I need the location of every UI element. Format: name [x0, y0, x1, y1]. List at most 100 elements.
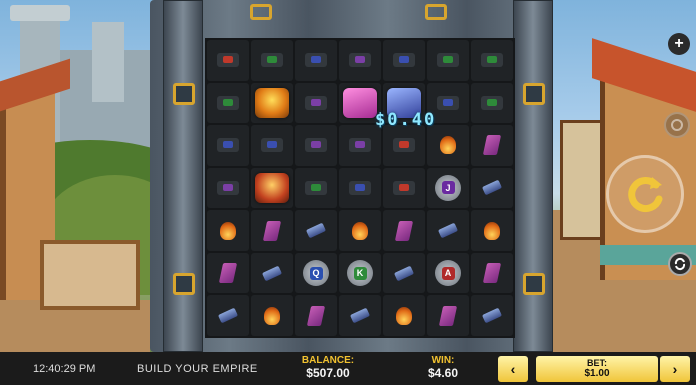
reel-cell: [295, 40, 337, 81]
reel-cell: Q: [295, 252, 337, 294]
letter-label: J: [441, 181, 455, 195]
reel-cell: [207, 252, 249, 294]
reel-cell: [339, 210, 381, 251]
balance-label: BALANCE:: [301, 355, 355, 366]
win-value: $4.60: [427, 366, 459, 380]
stone-block-icon: [481, 53, 503, 68]
reel-cell: [207, 167, 249, 209]
bet-increase-button[interactable]: ›: [660, 356, 690, 382]
reel-cell: [383, 210, 425, 251]
reel-cell: [251, 40, 293, 81]
reel-cell: [471, 82, 513, 124]
balance-display: BALANCE: $507.00: [298, 355, 358, 380]
red-symbol-icon: [255, 172, 289, 203]
fire-symbol-icon: [255, 87, 289, 118]
letter-label: Q: [309, 266, 323, 280]
reel-cell: [295, 82, 337, 124]
reel-cell: K: [339, 252, 381, 294]
flame-icon: [440, 136, 456, 155]
spin-icon: [628, 177, 663, 212]
stone-block-icon: [217, 138, 239, 153]
flame-icon: [396, 306, 412, 325]
stone-block-icon: [261, 138, 283, 153]
reel-cell: [383, 295, 425, 336]
bet-value: $1.00: [584, 368, 610, 379]
reel-cell: A: [427, 252, 469, 294]
bet-decrease-button[interactable]: ‹: [498, 356, 528, 382]
stone-block-icon: [305, 138, 327, 153]
stone-block-icon: [437, 95, 459, 110]
reel-cell: [339, 125, 381, 166]
frame-ornament: [523, 273, 545, 295]
reel-cell: [207, 125, 249, 166]
win-label: WIN:: [431, 355, 455, 366]
stone-block-icon: [305, 180, 327, 195]
stone-block-icon: [349, 138, 371, 153]
gem-icon: [438, 305, 458, 326]
reel-grid: J Q K A: [205, 38, 515, 338]
chevron-left-icon: ‹: [510, 361, 516, 377]
settings-icon: [671, 119, 683, 131]
reel-cell: [383, 252, 425, 294]
win-popup: $0.40: [375, 110, 437, 130]
ingot-icon: [393, 265, 415, 282]
frame-ornament: [173, 83, 195, 105]
stone-block-icon: [349, 53, 371, 68]
reel-cell: [207, 40, 249, 81]
letter-label: A: [441, 266, 455, 280]
reel-cell: [339, 167, 381, 209]
stone-block-icon: [217, 180, 239, 195]
chevron-right-icon: ›: [672, 361, 678, 377]
balance-value: $507.00: [306, 366, 350, 380]
letter-label: K: [353, 266, 367, 280]
reel-cell: [427, 210, 469, 251]
reel-cell: [383, 125, 425, 166]
reel-cell: [427, 125, 469, 166]
gem-icon: [262, 220, 282, 241]
reel-cell: [471, 295, 513, 336]
flame-icon: [220, 221, 236, 240]
reel-cell: [295, 125, 337, 166]
frame-ornament: [523, 83, 545, 105]
game-title: BUILD YOUR EMPIRE: [137, 363, 258, 375]
stone-block-icon: [393, 138, 415, 153]
reel-cell: [471, 167, 513, 209]
plus-icon: +: [674, 35, 684, 52]
bet-display: BET: $1.00: [536, 356, 658, 382]
stone-block-icon: [437, 53, 459, 68]
reel-cell: [207, 82, 249, 124]
castle-battlement: [10, 5, 70, 21]
bet-label: BET:: [587, 358, 607, 368]
plus-button[interactable]: +: [668, 33, 690, 55]
gem-icon: [394, 220, 414, 241]
reel-cell: [251, 167, 293, 209]
ingot-icon: [261, 265, 283, 282]
ingot-icon: [349, 307, 371, 324]
frame-ornament: [173, 273, 195, 295]
reel-cell: [251, 210, 293, 251]
ingot-icon: [437, 222, 459, 239]
reel-cell: [383, 40, 425, 81]
stone-block-icon: [481, 95, 503, 110]
reel-cell: [295, 210, 337, 251]
settings-button[interactable]: [664, 112, 690, 138]
reel-cell: [427, 40, 469, 81]
reel-cell: [471, 40, 513, 81]
stone-block-icon: [217, 53, 239, 68]
autoplay-button[interactable]: [668, 252, 692, 276]
stone-block-icon: [349, 180, 371, 195]
stone-block-icon: [393, 180, 415, 195]
reel-cell: [339, 40, 381, 81]
flame-icon: [484, 221, 500, 240]
letter-j-symbol: J: [435, 174, 461, 201]
letter-k-symbol: K: [347, 260, 373, 287]
gem-icon: [482, 135, 502, 156]
flame-icon: [264, 306, 280, 325]
frame-ornament: [425, 4, 447, 20]
reel-cell: [251, 252, 293, 294]
reel-cell: [251, 82, 293, 124]
frame-pillar-right: [513, 0, 553, 352]
spin-button[interactable]: [606, 155, 684, 233]
ingot-icon: [217, 307, 239, 324]
frame-ornament: [250, 4, 272, 20]
